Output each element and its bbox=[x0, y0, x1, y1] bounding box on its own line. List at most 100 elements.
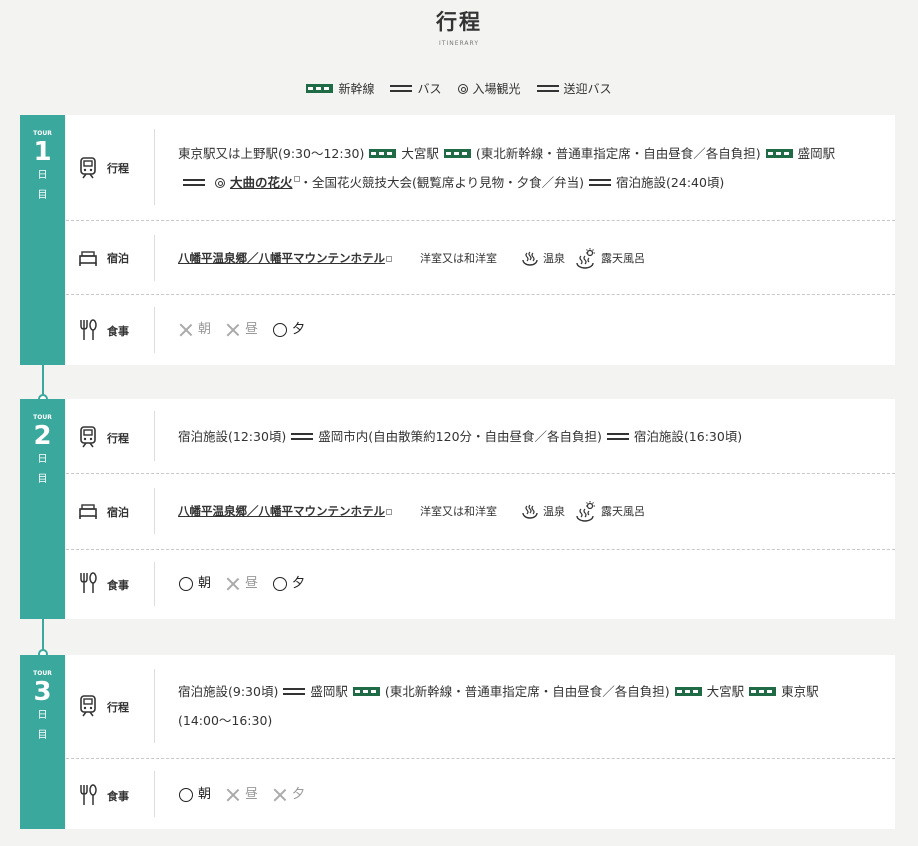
route-content: 宿泊施設(9:30頃) 盛岡駅 (東北新幹線・普通車指定席・自由昼食／各自負担) 大宮… bbox=[178, 677, 875, 735]
stay-label: 宿泊 bbox=[107, 252, 129, 265]
cutlery-icon bbox=[80, 319, 97, 340]
onsen-label: 温泉 bbox=[543, 505, 565, 518]
route-row: 行程 宿泊施設(9:30頃) 盛岡駅 (東北新幹線・普通車指定席・自由昼食／各自負担… bbox=[66, 655, 895, 759]
legend-item-bus: バス bbox=[390, 80, 442, 97]
room-type: 洋室又は和洋室 bbox=[420, 252, 497, 265]
meal-breakfast: 朝 bbox=[178, 780, 211, 809]
hotel-link[interactable]: 八幡平温泉郷／八幡平マウンテンホテル bbox=[178, 497, 385, 526]
route-stop: 東京駅 bbox=[781, 684, 819, 699]
rail-icon bbox=[443, 149, 471, 158]
route-stop: 大宮駅 bbox=[401, 146, 439, 161]
page-title: 行程 bbox=[436, 10, 482, 34]
rail-icon bbox=[352, 687, 380, 696]
me-char: 目 bbox=[37, 730, 48, 741]
day-number: 3 bbox=[33, 677, 52, 707]
room-type: 洋室又は和洋室 bbox=[420, 505, 497, 518]
bus-line-icon bbox=[183, 179, 205, 186]
day-char: 日 bbox=[37, 710, 48, 721]
external-link-icon bbox=[386, 508, 392, 515]
route-stop: 東京駅又は上野駅(9:30〜12:30) bbox=[178, 146, 365, 161]
meal-name: 朝 bbox=[198, 787, 212, 802]
route-stop: 盛岡駅 bbox=[310, 684, 348, 699]
circle-icon bbox=[178, 576, 194, 592]
rail-icon bbox=[306, 84, 334, 93]
route-label: 行程 bbox=[107, 162, 129, 175]
row-divider bbox=[154, 411, 155, 461]
day-tab: TOUR 1 日 目 bbox=[20, 115, 65, 365]
row-divider bbox=[154, 307, 155, 353]
route-note: ・全国花火競技大会(観覧席より見物・夕食／弁当) bbox=[299, 175, 585, 190]
day-2: TOUR 2 日 目 行程 宿泊施設(12:30頃) 盛岡市内(自由散策約120分… bbox=[20, 399, 895, 619]
bus-line-icon bbox=[606, 433, 629, 440]
bus-line-icon bbox=[283, 688, 306, 695]
rail-icon bbox=[749, 687, 777, 696]
legend-label: バス bbox=[417, 82, 442, 96]
circle-icon bbox=[178, 787, 194, 803]
row-divider bbox=[154, 562, 155, 606]
train-icon bbox=[80, 157, 96, 179]
bus-line-icon bbox=[390, 85, 413, 92]
row-divider bbox=[154, 129, 155, 205]
meal-dinner: 夕 bbox=[272, 315, 305, 344]
route-content: 宿泊施設(12:30頃) 盛岡市内(自由散策約120分・自由昼食／各自負担) 宿泊施… bbox=[178, 422, 875, 451]
row-divider bbox=[154, 488, 155, 534]
onsen-icon bbox=[522, 251, 538, 266]
legend-label: 送迎バス bbox=[563, 82, 612, 96]
meal-name: 夕 bbox=[292, 576, 306, 591]
cross-icon bbox=[272, 787, 288, 803]
route-content: 東京駅又は上野駅(9:30〜12:30) 大宮駅 (東北新幹線・普通車指定席・自由昼… bbox=[178, 139, 875, 197]
meals-label: 食事 bbox=[107, 790, 129, 803]
stay-content: 八幡平温泉郷／八幡平マウンテンホテル 洋室又は和洋室 温泉 露天風呂 bbox=[178, 497, 875, 526]
rail-icon bbox=[765, 149, 793, 158]
bed-icon bbox=[79, 251, 97, 266]
stay-row: 宿泊 八幡平温泉郷／八幡平マウンテンホテル 洋室又は和洋室 温泉 露天風呂 bbox=[66, 474, 895, 550]
meals-content: 朝 昼 夕 bbox=[178, 315, 875, 344]
day-card: 行程 宿泊施設(9:30頃) 盛岡駅 (東北新幹線・普通車指定席・自由昼食／各自負担… bbox=[66, 655, 895, 829]
meal-breakfast: 朝 bbox=[178, 315, 211, 344]
route-note: (東北新幹線・普通車指定席・自由昼食／各自負担) bbox=[475, 146, 761, 161]
meals-row: 食事 朝 昼 夕 bbox=[66, 295, 895, 365]
rotenburo-icon bbox=[576, 500, 595, 522]
train-icon bbox=[80, 695, 96, 717]
meals-row: 食事 朝 昼 夕 bbox=[66, 759, 895, 829]
rail-icon bbox=[674, 687, 702, 696]
legend-item-shuttle-bus: 送迎バス bbox=[536, 80, 612, 97]
rotenburo-label: 露天風呂 bbox=[601, 505, 645, 518]
meal-lunch: 昼 bbox=[225, 569, 258, 598]
legend-item-admission: 入場観光 bbox=[457, 80, 521, 97]
meals-label: 食事 bbox=[107, 579, 129, 592]
meal-name: 昼 bbox=[245, 576, 259, 591]
hotel-link[interactable]: 八幡平温泉郷／八幡平マウンテンホテル bbox=[178, 244, 385, 273]
onsen-feature: 温泉 bbox=[521, 244, 565, 273]
bed-icon bbox=[79, 504, 97, 519]
day-number: 2 bbox=[33, 421, 52, 451]
legend-item-shinkansen: 新幹線 bbox=[306, 80, 374, 97]
route-note: (東北新幹線・普通車指定席・自由昼食／各自負担) bbox=[384, 684, 670, 699]
fireworks-link[interactable]: 大曲の花火 bbox=[230, 175, 293, 190]
meal-name: 朝 bbox=[198, 576, 212, 591]
stay-label: 宿泊 bbox=[107, 506, 129, 519]
meal-name: 昼 bbox=[245, 787, 259, 802]
onsen-feature: 温泉 bbox=[521, 497, 565, 526]
route-label: 行程 bbox=[107, 432, 129, 445]
rotenburo-feature: 露天風呂 bbox=[575, 497, 645, 526]
route-row: 行程 宿泊施設(12:30頃) 盛岡市内(自由散策約120分・自由昼食／各自負担)… bbox=[66, 399, 895, 474]
tour-label: TOUR bbox=[33, 414, 52, 421]
day-char: 日 bbox=[37, 170, 48, 181]
train-icon bbox=[80, 426, 96, 448]
page-subtitle: ITINERARY bbox=[439, 40, 479, 47]
day-number: 1 bbox=[33, 137, 52, 167]
day-card: 行程 宿泊施設(12:30頃) 盛岡市内(自由散策約120分・自由昼食／各自負担)… bbox=[66, 399, 895, 619]
bus-line-icon bbox=[291, 433, 314, 440]
tour-label: TOUR bbox=[33, 130, 52, 137]
tour-label: TOUR bbox=[33, 670, 52, 677]
onsen-label: 温泉 bbox=[543, 252, 565, 265]
rotenburo-feature: 露天風呂 bbox=[575, 244, 645, 273]
route-stop: 盛岡市内(自由散策約120分・自由昼食／各自負担) bbox=[318, 429, 602, 444]
rotenburo-icon bbox=[576, 247, 595, 269]
cutlery-icon bbox=[80, 572, 97, 593]
circle-icon bbox=[272, 576, 288, 592]
meal-lunch: 昼 bbox=[225, 315, 258, 344]
onsen-icon bbox=[522, 504, 538, 519]
route-stop: 宿泊施設(16:30頃) bbox=[633, 429, 743, 444]
